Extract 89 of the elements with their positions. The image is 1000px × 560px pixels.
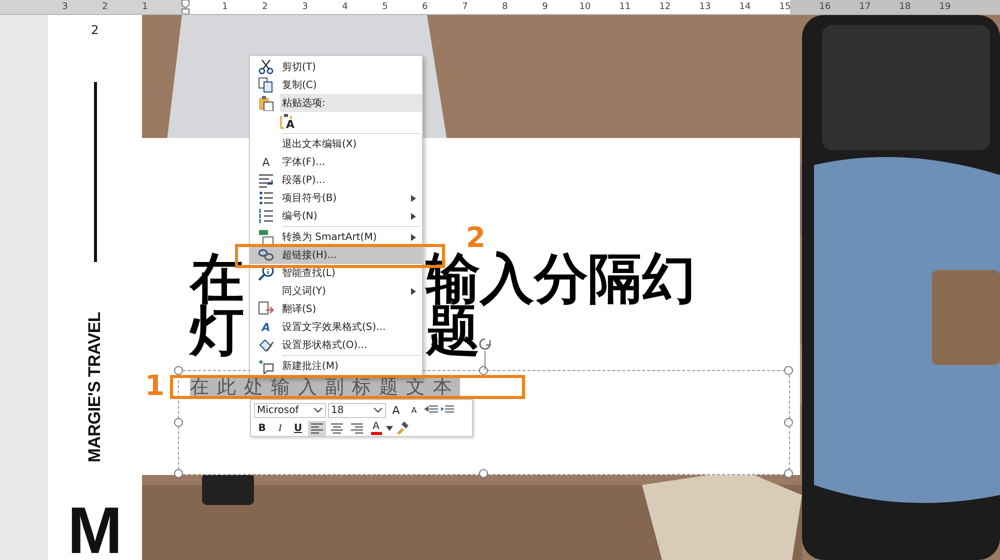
page-number: 2 — [91, 23, 99, 37]
ruler-number: 16 — [819, 2, 831, 12]
text-effect-icon: A — [262, 320, 270, 334]
bullet-list-icon — [258, 190, 274, 206]
font-size-field[interactable]: 18 — [328, 402, 386, 418]
caret-icon[interactable] — [386, 426, 393, 430]
menu-item[interactable]: 超链接(H)... — [250, 246, 422, 264]
menu-item[interactable]: 翻译(S) — [250, 300, 422, 318]
resize-handle[interactable] — [784, 469, 793, 478]
brand-initial: M — [68, 500, 122, 560]
ruler-number: 8 — [502, 2, 508, 12]
font-icon: A — [262, 156, 270, 168]
ruler-number: 3 — [302, 2, 308, 12]
resize-handle[interactable] — [479, 366, 488, 375]
menu-header: 粘贴选项: — [280, 94, 422, 112]
menu-item[interactable]: 项目符号(B) — [250, 189, 422, 207]
font-color-button[interactable]: A — [368, 420, 384, 436]
menu-item[interactable]: 剪切(T) — [250, 58, 422, 76]
comment-icon — [258, 358, 274, 374]
menu-item[interactable]: 退出文本编辑(X) — [250, 135, 422, 153]
shape-format-icon — [258, 337, 274, 353]
ruler-number: 19 — [939, 2, 951, 12]
rotate-handle-icon[interactable] — [477, 336, 493, 370]
ruler-number: 2 — [262, 2, 268, 12]
decrease-indent-icon[interactable] — [424, 405, 438, 415]
scissors-icon — [258, 59, 274, 75]
caret-icon — [313, 406, 323, 414]
ruler-number: 1 — [222, 2, 228, 12]
menu-item[interactable]: 复制(C) — [250, 76, 422, 94]
resize-handle[interactable] — [174, 418, 183, 426]
underline-button[interactable]: U — [290, 420, 306, 436]
menu-item[interactable]: 同义词(Y) — [250, 282, 422, 300]
indent-marker-icon[interactable] — [180, 0, 190, 14]
ruler-number: 11 — [619, 2, 631, 12]
step-number: 1 — [145, 372, 164, 399]
resize-handle[interactable] — [784, 366, 793, 375]
ruler-number: 3 — [62, 2, 68, 12]
search-icon — [258, 265, 274, 281]
brand-name: MARGIE'S TRAVEL — [85, 312, 105, 462]
ruler-number: 18 — [899, 2, 911, 12]
slide-title: 输入分隔幻 — [426, 253, 696, 305]
ruler-number: 15 — [779, 2, 791, 12]
ruler-number: 1 — [142, 2, 148, 12]
increase-indent-icon[interactable] — [440, 405, 454, 415]
smartart-icon — [258, 229, 274, 245]
ruler-number: 9 — [542, 2, 548, 12]
slide-title: 在 — [190, 253, 244, 305]
shrink-font-button[interactable]: A — [406, 402, 422, 418]
ruler-number: 6 — [422, 2, 428, 12]
slide-title: 灯 — [190, 305, 244, 357]
menu-item[interactable]: A 设置文字效果格式(S)... — [250, 318, 422, 336]
ruler-number: 17 — [859, 2, 871, 12]
paste-option-button[interactable]: A — [280, 113, 298, 131]
link-icon — [258, 247, 274, 263]
grow-font-button[interactable]: A — [388, 402, 404, 418]
caret-icon — [373, 406, 383, 414]
menu-item[interactable]: 转换为 SmartArt(M) — [250, 228, 422, 246]
slide-title: 题 — [426, 305, 480, 357]
resize-handle[interactable] — [174, 469, 183, 478]
resize-handle[interactable] — [479, 469, 488, 478]
numbered-list-icon — [258, 208, 274, 224]
align-right-button[interactable] — [348, 420, 366, 436]
menu-item[interactable]: 段落(P)... — [250, 171, 422, 189]
format-painter-icon[interactable] — [395, 421, 409, 435]
resize-handle[interactable] — [174, 366, 183, 375]
subtitle-text: 在此处输入副标题文本 — [190, 378, 460, 396]
resize-handle[interactable] — [784, 418, 793, 426]
menu-item[interactable]: A 字体(F)... — [250, 153, 422, 171]
menu-item[interactable]: 编号(N) — [250, 207, 422, 225]
translate-icon — [258, 301, 274, 317]
ruler-number: 13 — [699, 2, 711, 12]
ruler-number: 4 — [342, 2, 348, 12]
copy-icon — [258, 77, 274, 93]
ruler-number: 2 — [102, 2, 108, 12]
bold-button[interactable]: B — [254, 420, 270, 436]
step-number: 2 — [466, 224, 486, 251]
italic-button[interactable]: I — [272, 420, 288, 436]
align-left-button[interactable] — [308, 420, 326, 436]
ruler-number: 5 — [382, 2, 388, 12]
menu-item[interactable]: 设置形状格式(O)... — [250, 336, 422, 354]
clipboard-icon — [258, 95, 274, 111]
menu-item[interactable]: 智能查找(L) — [250, 264, 422, 282]
ruler-number: 10 — [579, 2, 591, 12]
align-center-button[interactable] — [328, 420, 346, 436]
paragraph-icon — [258, 172, 274, 188]
ruler-number: 7 — [462, 2, 468, 12]
ruler-number: 14 — [739, 2, 751, 12]
font-name-field[interactable]: Microsof — [254, 402, 326, 418]
ruler-number: 12 — [659, 2, 671, 12]
